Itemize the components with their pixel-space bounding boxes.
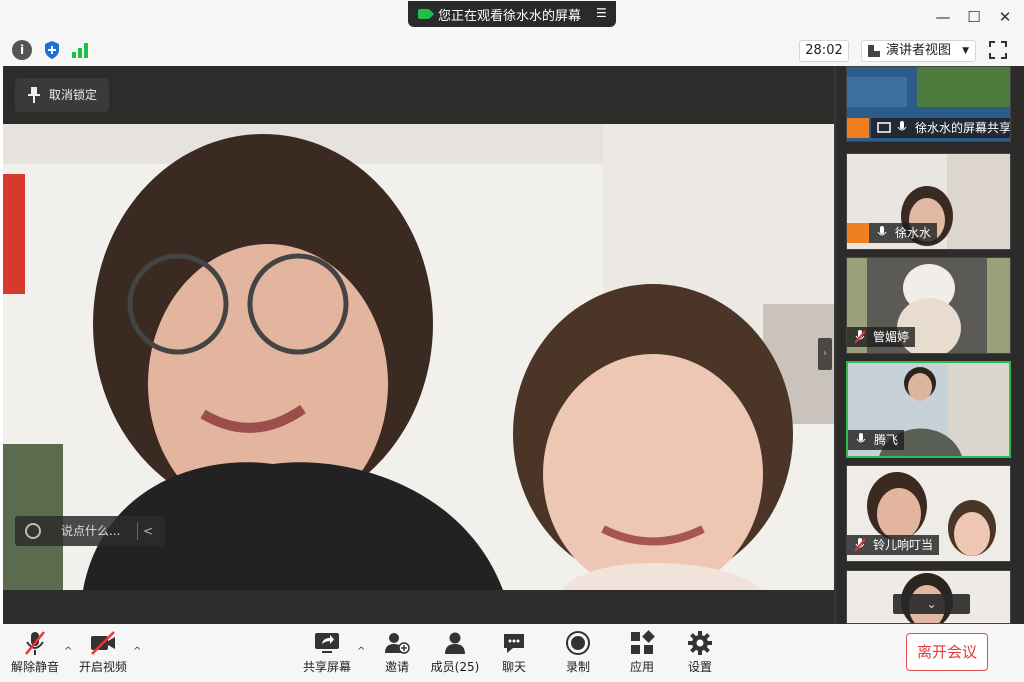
share-status-text: 您正在观看徐水水的屏幕 [438,8,582,24]
add-user-icon [385,633,410,654]
participant-name: 腾飞 [874,433,899,447]
participant-tile[interactable]: 徐水水的屏幕共享 [846,66,1011,142]
layout-icon [868,45,880,57]
maximize-button[interactable]: ☐ [962,6,986,28]
participant-name: 管媚婷 [873,330,910,344]
members-label: 成员(25) [430,660,480,674]
invite-label: 邀请 [384,660,409,674]
main-video-stage: 取消锁定 说点什么... < [3,66,834,624]
microphone-muted-icon [855,538,865,552]
settings-button[interactable]: 设置 [682,630,718,678]
chevron-down-icon: ▼ [962,46,969,56]
meeting-toolbar: 解除静音 ^ 开启视频 ^ 共享屏幕 ^ 邀请 成员(25) 聊天 录制 应用 … [0,624,1024,682]
settings-label: 设置 [687,660,712,674]
unmute-label: 解除静音 [10,660,59,674]
unpin-button[interactable]: 取消锁定 [15,78,109,112]
chevron-left-icon[interactable]: < [143,516,153,546]
participant-name-tag: 徐水水 [869,223,938,243]
video-camera-muted-icon [91,631,115,655]
record-icon [566,631,590,655]
gear-icon [688,631,712,655]
scroll-down-button[interactable]: ⌄ [893,594,970,614]
record-label: 录制 [565,660,590,674]
fullscreen-icon[interactable] [988,40,1008,60]
users-icon [445,632,465,654]
record-button[interactable]: 录制 [560,630,596,678]
invite-button[interactable]: 邀请 [376,630,418,678]
collapse-sidebar-button[interactable]: › [818,338,832,370]
participant-name: 徐水水 [895,226,932,240]
chat-button[interactable]: 聊天 [496,630,532,678]
apps-label: 应用 [629,660,654,674]
minimize-button[interactable]: — [931,6,955,28]
close-button[interactable]: ✕ [993,6,1017,28]
separator [137,522,138,540]
participant-tile-active[interactable]: 腾飞 [846,361,1011,458]
menu-icon[interactable]: ☰ [596,7,608,19]
start-video-button[interactable]: 开启视频 [78,630,128,678]
info-icon[interactable]: i [12,40,32,60]
chat-placeholder: 说点什么... [61,524,121,538]
apps-button[interactable]: 应用 [624,630,660,678]
screen-share-indicator[interactable]: 您正在观看徐水水的屏幕 ☰ [408,1,616,27]
share-screen-button[interactable]: 共享屏幕 [302,630,352,678]
signal-strength-icon[interactable] [70,40,90,60]
share-screen-icon [315,633,339,653]
participant-name: 徐水水的屏幕共享 [915,121,1011,135]
unmute-button[interactable]: 解除静音 [10,630,60,678]
meeting-timer: 28:02 [799,40,849,62]
chat-bubble-icon [504,634,524,653]
members-button[interactable]: 成员(25) [430,630,480,678]
unpin-label: 取消锁定 [49,88,98,102]
participant-name: 铃儿响叮当 [873,538,934,552]
view-mode-dropdown[interactable]: 演讲者视图 ▼ [861,40,976,62]
audio-options-caret[interactable]: ^ [64,646,72,657]
participant-name-tag: 铃儿响叮当 [847,535,940,555]
emoji-icon[interactable] [25,523,41,539]
share-options-caret[interactable]: ^ [357,646,365,657]
participant-tile[interactable]: 管媚婷 [846,257,1011,354]
microphone-muted-icon [855,330,865,344]
participant-tile[interactable]: 徐水水 [846,153,1011,250]
title-bar: 您正在观看徐水水的屏幕 ☰ — ☐ ✕ [0,0,1024,34]
chevron-down-icon: ⌄ [926,597,937,611]
microphone-icon [856,433,866,443]
share-screen-label: 共享屏幕 [302,660,351,674]
chat-label: 聊天 [501,660,526,674]
host-badge-icon [847,223,869,243]
shield-icon[interactable] [42,40,62,60]
microphone-icon [897,121,907,131]
host-badge-icon [847,118,869,138]
participant-tile[interactable]: 铃儿响叮当 [846,465,1011,562]
microphone-muted-icon [25,631,45,655]
start-video-label: 开启视频 [78,660,127,674]
video-options-caret[interactable]: ^ [133,646,141,657]
video-camera-icon [418,9,434,19]
leave-meeting-button[interactable]: 离开会议 [906,633,988,671]
chat-input[interactable]: 说点什么... < [15,516,165,546]
participant-name-tag: 徐水水的屏幕共享 [871,118,1011,138]
participant-name-tag: 腾飞 [848,430,905,450]
participant-name-tag: 管媚婷 [847,327,916,347]
view-mode-label: 演讲者视图 [886,43,952,58]
microphone-icon [877,226,887,236]
pin-icon [28,87,40,103]
apps-icon [631,630,655,654]
screen-share-icon [877,122,891,133]
